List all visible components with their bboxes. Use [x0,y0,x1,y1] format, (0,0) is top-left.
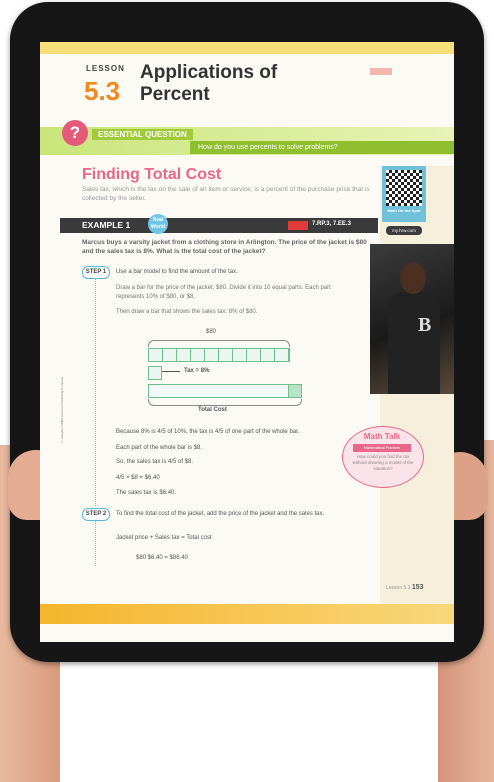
lesson-ref: Lesson 5.3 [386,585,411,591]
standards-text: 7.RP.3, 7.EE.3 [312,221,351,227]
student-head [400,262,426,294]
step1-label: STEP 1 [82,266,110,279]
step1-l5: The sales tax is $6.40. [116,490,177,496]
tax-arrow [162,371,180,372]
footer-band [40,604,454,624]
total-bar [148,384,302,398]
question-icon: ? [62,120,88,146]
bar-top-label: $80 [206,329,217,335]
section-subtitle: Sales tax, which is the tax on the sale … [82,186,370,202]
example-label: EXAMPLE 1 [82,220,131,230]
myhrw-link[interactable]: my.hrw.com [386,226,422,235]
footer-bottom [40,624,454,642]
essential-question-label: ESSENTIAL QUESTION [92,129,193,140]
qr-label: Math On the Spot [387,208,421,213]
objective-stub [370,68,430,118]
step2-eq-values: $80 $6.40 = $86.40 [136,555,188,561]
step1-l4: 4/5 × $8 = $6.40 [116,475,160,481]
qr-code-icon[interactable] [386,170,422,206]
math-talk-title: Math Talk [363,432,401,441]
student-jacket [388,292,440,394]
lesson-word: LESSON [86,64,125,73]
step1-intro: Use a bar model to find the amount of th… [116,269,238,275]
tax-bar [148,366,162,380]
step2-eq-words: Jacket price + Sales tax = Total cost [116,535,212,541]
step2-label: STEP 2 [82,508,110,521]
math-talk-subtitle: Mathematical Practices [353,444,411,452]
math-talk-question: How could you find the tax without drawi… [352,454,414,471]
bar-brace-top [148,340,290,347]
step1-p1: Draw a bar for the price of the jacket, … [116,285,331,300]
jacket-letter-icon: B [418,314,432,336]
problem-text: Marcus buys a varsity jacket from a clot… [82,239,367,255]
essential-question-text: How do you use percents to solve problem… [190,141,454,154]
common-core-badge [288,221,308,230]
page-number: 153 [411,584,424,591]
lesson-number: 5.3 [84,76,121,106]
total-cost-label: Total Cost [198,407,227,413]
step1-l1: Because 8% is 4/5 of 10%, the tax is 4/5… [116,429,300,435]
step2-dotline [95,520,96,566]
total-bar-end [288,384,302,398]
right-column [380,166,454,642]
copyright-text: ©Houghton Mifflin Harcourt Publishing Co… [60,377,64,444]
step-dotline [95,278,96,506]
page-footer: Lesson 5.3 153 [386,584,424,591]
step1-l2: Each part of the whole bar is $8. [116,445,203,451]
section-title: Finding Total Cost [82,166,222,183]
step2-intro: To find the total cost of the jacket, ad… [116,511,325,517]
price-bar [148,348,290,362]
step1-l3: So, the sales tax is 4/5 of $8. [116,459,194,465]
header-bar [40,42,454,54]
tablet-screen: LESSON 5.3 Applications of Percent ESSEN… [40,42,454,642]
real-world-badge: Real World [148,214,168,234]
bar-brace-bottom [148,399,302,406]
lesson-title: Applications of Percent [140,62,278,105]
step1-p2: Then draw a bar that shows the sales tax… [116,309,258,315]
tax-label: Tax = 8% [184,368,210,374]
